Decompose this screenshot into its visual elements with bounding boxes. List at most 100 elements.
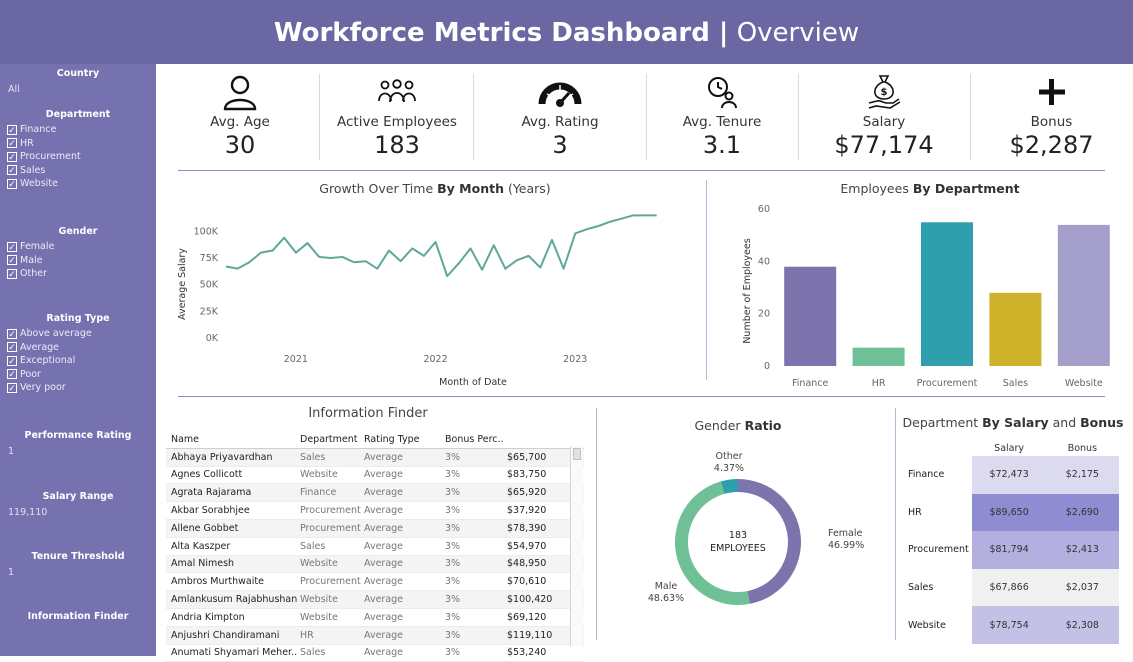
department-option[interactable]: ✓ Procurement [0,150,156,164]
dept-bar-chart: 0 20 40 60 Number of Employees Finance HR Procu… [742,204,1110,389]
gender-donut-chart: 183 EMPLOYEES Female46.99% Male48.63% Other4… [648,451,864,605]
performance-rating-title: Performance Rating [24,430,132,441]
checkbox-checked-icon[interactable]: ✓ [7,241,17,253]
kpi-bonus: Bonus $2,287 [970,72,1133,168]
rating-type-option[interactable]: ✓ Poor [0,368,156,382]
dept-bar[interactable] [989,292,1042,366]
dept-bar[interactable] [921,222,973,366]
heatmap-row: Website $78,754 $2,308 [903,606,1119,644]
salary-range-filter[interactable]: Salary Range 119,110 [0,491,156,518]
heatmap-bonus-cell: $2,175 [1045,456,1119,494]
gender-option[interactable]: ✓ Male [0,254,156,268]
checkbox-checked-icon[interactable]: ✓ [7,268,17,280]
checkbox-checked-icon[interactable]: ✓ [7,255,17,266]
checkbox-checked-icon[interactable]: ✓ [7,138,17,149]
kpi-value: 3.1 [702,131,742,159]
checkbox-checked-icon[interactable]: ✓ [7,151,17,163]
rating-type-option[interactable]: ✓ Average [0,341,156,355]
dept-bar[interactable] [1057,224,1110,366]
slice-label: Other [716,451,743,462]
information-finder-filter[interactable]: Information Finder [0,611,156,622]
dept-chart-title: Employees By Department [810,181,1050,196]
table-row[interactable]: Abhaya Priyavardhan Sales Average 3% $65,700 [166,448,584,467]
table-scrollbar[interactable] [570,446,583,646]
dept-salary-title-part: By Salary [982,415,1049,430]
department-option[interactable]: ✓ Finance [0,123,156,137]
table-scroll-thumb[interactable] [573,448,581,460]
country-filter[interactable]: Country All [0,68,156,95]
table-cell: Website [300,469,338,481]
table-cell: Agnes Collicott [171,469,243,481]
rating-type-option[interactable]: ✓ Very poor [0,381,156,395]
dept-bar[interactable] [852,347,905,366]
kpi-active-employees: Active Employees 183 [320,72,474,168]
table-row[interactable]: Alta Kaszper Sales Average 3% $54,970 [166,538,584,556]
rating-type-filter: Rating Type ✓ Above average ✓ Average ✓ Excep… [0,313,156,395]
tenure-threshold-filter[interactable]: Tenure Threshold 1 [0,551,156,578]
rating-type-filter-title: Rating Type [46,313,110,324]
checkbox-checked-icon[interactable]: ✓ [7,369,17,380]
performance-rating-filter[interactable]: Performance Rating 1 [0,430,156,457]
people-group-icon [320,72,474,112]
column-header: Bonus Perc.. [445,433,504,445]
table-row[interactable]: Agrata Rajarama Finance Average 3% $65,920 [166,484,584,503]
gender-slice[interactable] [738,479,801,604]
heatmap-salary-cell: $78,754 [972,606,1046,644]
department-filter: Department ✓ Finance ✓ HR ✓ Procurement ✓ Sales… [0,109,156,191]
table-cell: 3% [445,522,461,534]
rating-type-option[interactable]: ✓ Exceptional [0,354,156,368]
performance-rating-value[interactable]: 1 [0,446,156,457]
dept-salary-title-part: Department [902,415,979,430]
table-cell: Website [300,611,338,623]
rating-type-option[interactable]: ✓ Above average [0,327,156,341]
table-row[interactable]: Anjushri Chandiramani HR Average 3% $119,110 [166,626,584,645]
heatmap-row-label: Procurement [908,544,969,556]
department-option[interactable]: ✓ HR [0,137,156,151]
country-filter-title: Country [56,68,100,79]
checkbox-checked-icon[interactable]: ✓ [7,178,17,190]
table-cell: Anjushri Chandiramani [171,629,280,641]
country-filter-value[interactable]: All [0,84,156,95]
department-option[interactable]: ✓ Website [0,177,156,191]
heatmap-row: HR $89,650 $2,690 [903,493,1119,532]
table-cell: $53,240 [507,647,547,659]
table-row[interactable]: Akbar Sorabhjee Procurement Average 3% $37,9… [166,502,584,520]
table-row[interactable]: Agnes Collicott Website Average 3% $83,750 [166,467,584,485]
checkbox-checked-icon[interactable]: ✓ [7,382,17,394]
kpi-value: $2,287 [1009,131,1094,159]
checkbox-checked-icon[interactable]: ✓ [7,124,17,136]
heatmap-bonus-cell: $2,690 [1045,493,1119,532]
table-cell: 3% [445,576,461,588]
x-tick-label: Finance [792,378,828,389]
gender-option[interactable]: ✓ Female [0,240,156,254]
table-row[interactable]: Amal Nimesh Website Average 3% $48,950 [166,555,584,574]
growth-line-chart: 0K 25K 50K 75K 100K 2021 2022 2023 Month of Date… [177,214,657,388]
info-finder-title: Information Finder [308,406,428,421]
x-tick-label: HR [872,378,886,389]
department-option[interactable]: ✓ Sales [0,164,156,178]
table-row[interactable]: Ambros Murthwaite Procurement Average 3% $70… [166,573,584,592]
kpi-label: Salary [862,114,906,130]
table-row[interactable]: Amlankusum Rajabhushan Website Average 3% $1… [166,591,584,609]
table-row[interactable]: Andria Kimpton Website Average 3% $69,120 [166,609,584,627]
dept-bar[interactable] [784,266,837,366]
kpi-value: 3 [552,131,568,159]
table-cell: Abhaya Priyavardhan [171,451,273,463]
kpi-value: 30 [224,131,256,159]
heatmap-salary-cell: $72,473 [972,456,1046,494]
table-cell: 3% [445,647,461,659]
kpi-label: Bonus [1030,114,1073,130]
gender-option[interactable]: ✓ Other [0,267,156,281]
salary-range-value[interactable]: 119,110 [0,507,156,518]
checkbox-checked-icon[interactable]: ✓ [7,355,17,367]
heatmap-bonus-cell: $2,308 [1045,606,1119,644]
table-cell: Akbar Sorabhjee [171,505,250,517]
tenure-threshold-value[interactable]: 1 [0,567,156,578]
table-cell: 3% [445,505,461,517]
table-row[interactable]: Allene Gobbet Procurement Average 3% $78,390 [166,519,584,538]
checkbox-checked-icon[interactable]: ✓ [7,342,17,353]
table-cell: Sales [300,540,326,552]
table-row[interactable]: Anumati Shyamari Meher.. Sales Average 3% $5… [166,645,584,662]
checkbox-checked-icon[interactable]: ✓ [7,328,17,340]
checkbox-checked-icon[interactable]: ✓ [7,165,17,176]
